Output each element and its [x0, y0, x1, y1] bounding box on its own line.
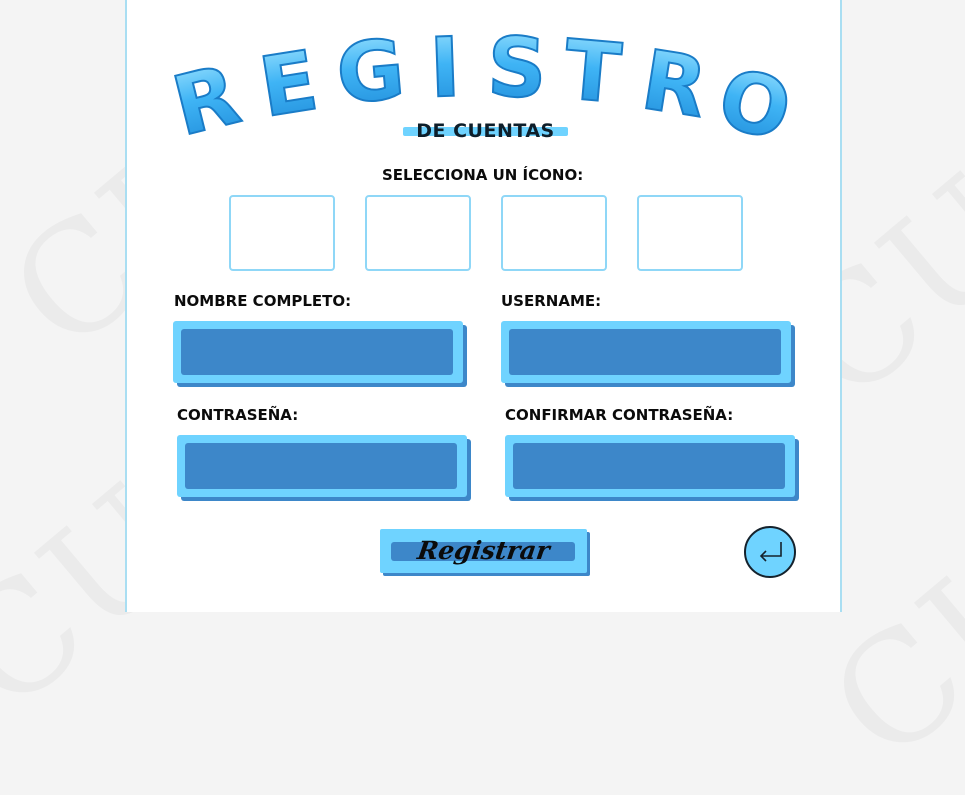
confirm-password-field-wrap	[505, 435, 799, 501]
title-letter: G	[333, 22, 408, 123]
username-field-wrap	[501, 321, 795, 387]
title-letter: O	[709, 51, 800, 160]
icon-picker-label: SELECCIONA UN ÍCONO:	[382, 166, 584, 184]
username-label: USERNAME:	[501, 292, 602, 310]
subtitle-block: DE CUENTAS	[403, 118, 568, 144]
password-input[interactable]	[185, 443, 457, 489]
icon-option[interactable]	[637, 195, 743, 271]
username-input[interactable]	[509, 329, 781, 375]
page-subtitle: DE CUENTAS	[416, 120, 555, 142]
register-button[interactable]: Registrar	[380, 529, 590, 576]
title-letter: I	[428, 21, 462, 117]
confirm-password-input[interactable]	[513, 443, 785, 489]
return-arrow-icon	[759, 542, 782, 562]
password-field-wrap	[177, 435, 471, 501]
icon-option[interactable]	[501, 195, 607, 271]
register-button-label: Registrar	[415, 536, 552, 565]
full-name-label: NOMBRE COMPLETO:	[174, 292, 352, 310]
back-button[interactable]	[744, 526, 796, 578]
title-letter: R	[636, 33, 713, 137]
icon-option[interactable]	[229, 195, 335, 271]
password-label: CONTRASEÑA:	[177, 406, 299, 424]
title-letter: E	[254, 34, 324, 137]
icon-option[interactable]	[365, 195, 471, 271]
confirm-password-label: CONFIRMAR CONTRASEÑA:	[505, 406, 734, 424]
title-letter: S	[486, 20, 548, 117]
title-letter: R	[164, 48, 248, 155]
full-name-input[interactable]	[181, 329, 453, 375]
title-letter: T	[560, 23, 624, 123]
full-name-field-wrap	[173, 321, 467, 387]
